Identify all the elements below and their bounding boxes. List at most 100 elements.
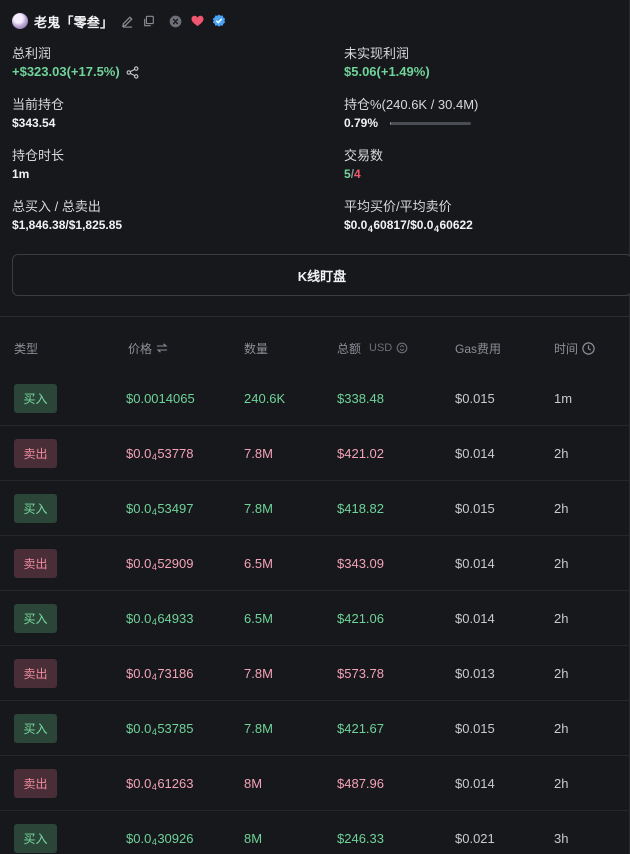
trade-price: $0.0 4 73186 — [126, 646, 193, 701]
trade-type-badge: 买入 — [14, 494, 57, 523]
trade-time: 2h — [554, 776, 569, 791]
trade-quantity: 240.6K — [244, 391, 286, 406]
trade-time: 2h — [554, 446, 569, 461]
trade-type-badge: 卖出 — [14, 769, 57, 798]
trader-detail-panel: 老鬼「零叁」 总利润 +$323.03(+17.5%) 当前持仓 $343.54 — [0, 0, 630, 854]
trade-time: 2h — [554, 666, 569, 681]
stat-trade-count: 交易数 5/4 — [344, 148, 383, 182]
stat-unrealized: 未实现利润 $5.06(+1.49%) — [344, 46, 430, 80]
position-pct-row: 0.79% — [344, 115, 478, 131]
trade-total: $487.96 — [337, 776, 384, 791]
trade-price: $0.0 4 53497 — [126, 481, 193, 536]
refresh-icon[interactable] — [396, 342, 408, 354]
price-digits: 30926 — [157, 831, 194, 846]
section-divider — [0, 316, 630, 317]
table-row[interactable]: 卖出 $0.0 4 53778 7.8M $421.02 $0.014 2h — [0, 426, 630, 481]
table-row[interactable]: 买入 $0.0 4 53785 7.8M $421.67 $0.015 2h — [0, 701, 630, 756]
total-profit-value: +$323.03(+17.5%) — [12, 64, 120, 79]
trade-type-badge: 买入 — [14, 824, 57, 853]
trade-count-sells: 4 — [354, 167, 361, 181]
heart-icon[interactable] — [189, 13, 205, 29]
col-qty: 数量 — [244, 337, 268, 359]
share-icon[interactable] — [126, 65, 140, 79]
col-price[interactable]: 价格 — [128, 337, 168, 359]
trade-quantity: 6.5M — [244, 611, 273, 626]
price-zero-count: 4 — [151, 506, 157, 517]
price-prefix: $0.0 — [126, 501, 152, 516]
trade-price: $0.0 4 52909 — [126, 536, 193, 591]
col-type: 类型 — [14, 337, 38, 359]
price-digits: 53778 — [157, 446, 194, 461]
trade-time: 3h — [554, 831, 569, 846]
x-icon[interactable] — [167, 13, 183, 29]
table-row[interactable]: 买入 $0.0 4 64933 6.5M $421.06 $0.014 2h — [0, 591, 630, 646]
position-pct-value: 0.79% — [344, 116, 379, 130]
holding-value: $343.54 — [12, 116, 56, 130]
trade-price: $0.0 4 61263 — [126, 756, 193, 811]
kline-watch-button[interactable]: K线盯盘 — [12, 254, 630, 296]
trade-quantity: 8M — [244, 776, 263, 791]
col-total-label: 总额 — [337, 341, 362, 356]
total-profit-label: 总利润 — [12, 46, 52, 61]
avg-price-sep: /$0.0 — [406, 218, 434, 232]
copy-icon[interactable] — [141, 13, 157, 29]
trade-gas: $0.014 — [455, 446, 495, 461]
position-progress-fill — [390, 121, 392, 125]
price-digits: 53785 — [157, 721, 194, 736]
position-progress-bar — [390, 121, 472, 125]
trades-table-header: 类型 价格 数量 总额 USD Gas费用 时间 — [0, 337, 630, 359]
table-row[interactable]: 卖出 $0.0 4 52909 6.5M $343.09 $0.014 2h — [0, 536, 630, 591]
price-prefix: $0.0 — [126, 776, 152, 791]
avg-sell-zeros: 4 — [433, 224, 439, 234]
table-row[interactable]: 买入 $0.0014065 240.6K $338.48 $0.015 1m — [0, 371, 630, 426]
trade-price: $0.0 4 53778 — [126, 426, 193, 481]
avg-sell-digits: 60622 — [439, 218, 473, 232]
trade-count-buys: 5 — [344, 167, 351, 181]
trade-total: $421.67 — [337, 721, 384, 736]
table-row[interactable]: 卖出 $0.0 4 61263 8M $487.96 $0.014 2h — [0, 756, 630, 811]
price-zero-count: 4 — [151, 616, 157, 627]
price-digits: 73186 — [157, 666, 194, 681]
trade-gas: $0.021 — [455, 831, 495, 846]
table-row[interactable]: 卖出 $0.0 4 73186 7.8M $573.78 $0.013 2h — [0, 646, 630, 701]
swap-icon[interactable] — [156, 343, 168, 353]
hold-time-value: 1m — [12, 167, 30, 181]
price-zero-count: 4 — [151, 726, 157, 737]
trade-total: $246.33 — [337, 831, 384, 846]
trade-time: 2h — [554, 556, 569, 571]
buy-sell-total-label: 总买入 / 总卖出 — [12, 199, 101, 214]
trade-type-badge: 买入 — [14, 384, 57, 413]
edit-icon[interactable] — [119, 13, 135, 29]
trade-gas: $0.013 — [455, 666, 495, 681]
col-time[interactable]: 时间 — [554, 337, 595, 359]
trade-time: 1m — [554, 391, 573, 406]
trade-price: $0.0014065 — [126, 371, 195, 426]
trade-gas: $0.014 — [455, 776, 495, 791]
trade-total: $573.78 — [337, 666, 384, 681]
trade-quantity: 7.8M — [244, 721, 273, 736]
price-digits: 61263 — [157, 776, 194, 791]
price-zero-count: 4 — [151, 781, 157, 792]
price-prefix: $0.0 — [126, 666, 152, 681]
stat-avg-price: 平均买价/平均卖价 $0.0460817/$0.0460622 — [344, 199, 473, 234]
verified-icon — [211, 13, 227, 29]
col-total[interactable]: 总额 USD — [337, 337, 408, 359]
trade-gas: $0.014 — [455, 556, 495, 571]
table-row[interactable]: 买入 $0.0 4 30926 8M $246.33 $0.021 3h — [0, 811, 630, 854]
clock-icon[interactable] — [582, 341, 595, 355]
price-prefix: $0.0 — [126, 831, 152, 846]
col-type-label: 类型 — [14, 341, 39, 356]
trade-total: $421.02 — [337, 446, 384, 461]
table-row[interactable]: 买入 $0.0 4 53497 7.8M $418.82 $0.015 2h — [0, 481, 630, 536]
stat-hold-time: 持仓时长 1m — [12, 148, 64, 182]
avatar[interactable] — [12, 13, 28, 29]
trade-time: 2h — [554, 721, 569, 736]
trade-quantity: 8M — [244, 831, 263, 846]
price-digits: 64933 — [157, 611, 194, 626]
trade-time: 2h — [554, 501, 569, 516]
trade-quantity: 6.5M — [244, 556, 273, 571]
trade-price: $0.0 4 30926 — [126, 811, 193, 854]
price-prefix: $0.0 — [126, 556, 152, 571]
avg-buy-prefix: $0.0 — [344, 218, 368, 232]
holding-label: 当前持仓 — [12, 97, 65, 112]
